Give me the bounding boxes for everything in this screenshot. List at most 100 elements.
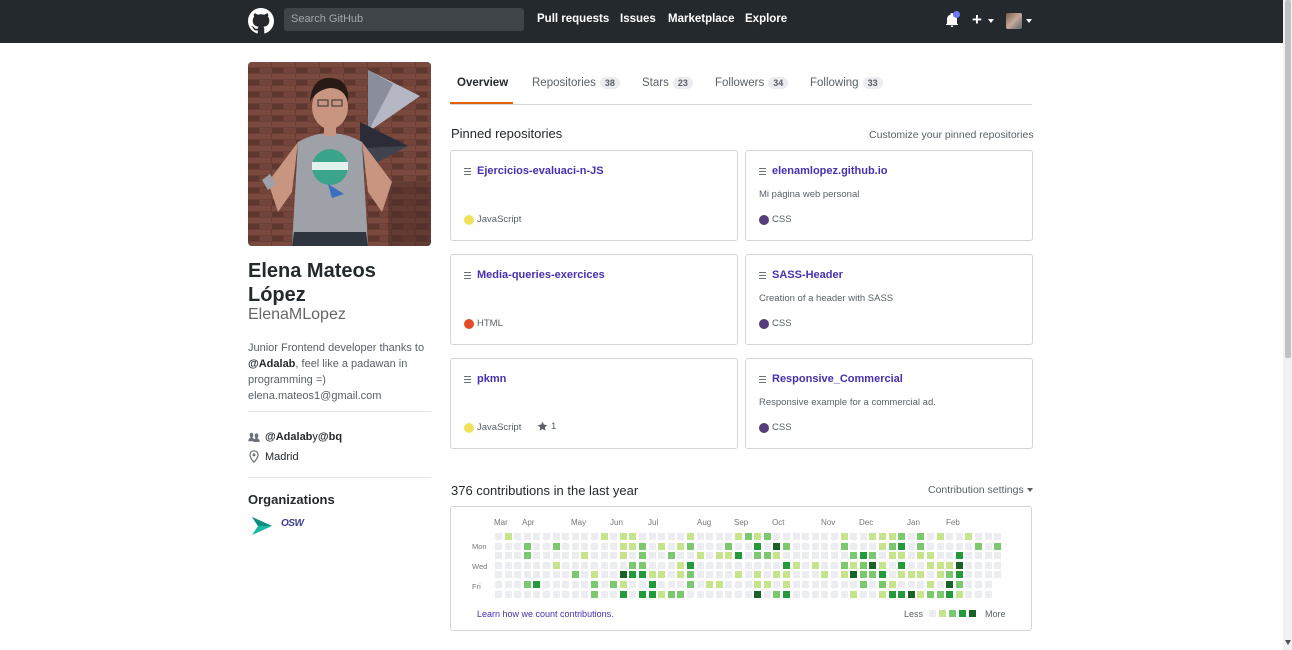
contribution-day[interactable]	[859, 561, 867, 569]
contribution-day[interactable]	[735, 542, 742, 550]
contribution-day[interactable]	[811, 561, 819, 569]
contribution-day[interactable]	[504, 533, 512, 540]
user-avatar-small[interactable]	[1006, 13, 1022, 29]
contribution-day[interactable]	[859, 590, 867, 598]
contribution-day[interactable]	[879, 581, 886, 588]
contribution-day[interactable]	[600, 552, 608, 560]
contribution-day[interactable]	[648, 533, 656, 540]
contribution-day[interactable]	[840, 552, 848, 560]
contribution-day[interactable]	[696, 561, 704, 569]
github-logo-icon[interactable]	[248, 8, 274, 34]
contribution-day[interactable]	[955, 533, 963, 540]
contribution-day[interactable]	[927, 571, 934, 579]
contribution-day[interactable]	[965, 571, 973, 579]
contribution-day[interactable]	[543, 533, 550, 540]
contribution-day[interactable]	[821, 533, 829, 540]
contribution-day[interactable]	[696, 533, 704, 540]
contribution-day[interactable]	[888, 542, 896, 550]
contribution-day[interactable]	[792, 533, 800, 540]
contribution-day[interactable]	[648, 552, 656, 560]
contribution-day[interactable]	[495, 533, 502, 540]
contribution-day[interactable]	[744, 552, 752, 560]
contribution-day[interactable]	[543, 542, 550, 550]
contribution-day[interactable]	[850, 590, 858, 598]
contribution-day[interactable]	[821, 590, 829, 598]
contribution-day[interactable]	[533, 533, 541, 540]
contribution-day[interactable]	[984, 561, 992, 569]
nav-explore[interactable]: Explore	[745, 13, 787, 25]
contribution-day[interactable]	[792, 571, 800, 579]
contribution-day[interactable]	[888, 561, 896, 569]
contribution-day[interactable]	[811, 590, 819, 598]
contribution-day[interactable]	[821, 552, 829, 560]
contribution-day[interactable]	[946, 542, 954, 550]
contribution-day[interactable]	[744, 581, 752, 588]
contribution-day[interactable]	[888, 590, 896, 598]
contribution-day[interactable]	[504, 581, 512, 588]
contribution-day[interactable]	[648, 561, 656, 569]
contribution-day[interactable]	[571, 533, 579, 540]
contribution-day[interactable]	[754, 590, 762, 598]
contribution-day[interactable]	[869, 581, 877, 588]
contribution-day[interactable]	[629, 561, 637, 569]
contribution-day[interactable]	[533, 590, 541, 598]
contribution-day[interactable]	[783, 533, 790, 540]
contribution-day[interactable]	[581, 533, 589, 540]
contribution-day[interactable]	[792, 542, 800, 550]
contribution-day[interactable]	[955, 581, 963, 588]
contribution-day[interactable]	[754, 571, 762, 579]
contribution-day[interactable]	[927, 552, 934, 560]
contribution-day[interactable]	[552, 581, 560, 588]
contribution-day[interactable]	[495, 561, 502, 569]
contribution-day[interactable]	[946, 571, 954, 579]
contribution-day[interactable]	[658, 561, 666, 569]
contribution-day[interactable]	[821, 542, 829, 550]
contribution-day[interactable]	[754, 542, 762, 550]
contribution-day[interactable]	[840, 542, 848, 550]
contribution-day[interactable]	[677, 571, 685, 579]
contribution-day[interactable]	[821, 571, 829, 579]
contribution-day[interactable]	[879, 571, 886, 579]
contribution-day[interactable]	[495, 542, 502, 550]
contribution-day[interactable]	[629, 542, 637, 550]
repo-name-link[interactable]: SASS-Header	[772, 269, 843, 281]
contribution-day[interactable]	[581, 542, 589, 550]
contribution-day[interactable]	[658, 533, 666, 540]
contribution-day[interactable]	[523, 552, 531, 560]
contribution-day[interactable]	[811, 552, 819, 560]
contribution-day[interactable]	[600, 533, 608, 540]
contribution-day[interactable]	[629, 581, 637, 588]
contribution-day[interactable]	[533, 552, 541, 560]
contribution-day[interactable]	[543, 581, 550, 588]
nav-issues[interactable]: Issues	[620, 13, 656, 25]
contribution-day[interactable]	[917, 552, 925, 560]
contribution-day[interactable]	[610, 581, 618, 588]
contribution-day[interactable]	[840, 581, 848, 588]
scroll-down-arrow-icon[interactable]	[1285, 640, 1291, 645]
contribution-day[interactable]	[744, 561, 752, 569]
contribution-day[interactable]	[783, 590, 790, 598]
contribution-day[interactable]	[773, 552, 781, 560]
contribution-day[interactable]	[917, 581, 925, 588]
repo-name-link[interactable]: Media-queries-exercices	[477, 269, 605, 281]
contribution-day[interactable]	[946, 533, 954, 540]
contribution-day[interactable]	[811, 581, 819, 588]
contribution-day[interactable]	[687, 552, 694, 560]
contribution-day[interactable]	[706, 552, 714, 560]
contribution-day[interactable]	[533, 571, 541, 579]
contribution-day[interactable]	[802, 590, 810, 598]
contribution-day[interactable]	[907, 571, 915, 579]
contribution-day[interactable]	[869, 561, 877, 569]
contribution-day[interactable]	[994, 552, 1002, 560]
contribution-day[interactable]	[543, 571, 550, 579]
contribution-day[interactable]	[619, 590, 627, 598]
contribution-day[interactable]	[514, 542, 522, 550]
contribution-day[interactable]	[735, 590, 742, 598]
contribution-day[interactable]	[687, 581, 694, 588]
contribution-day[interactable]	[677, 552, 685, 560]
contribution-day[interactable]	[859, 542, 867, 550]
contribution-day[interactable]	[715, 561, 723, 569]
contribution-day[interactable]	[936, 571, 944, 579]
contribution-day[interactable]	[495, 571, 502, 579]
contribution-day[interactable]	[667, 552, 675, 560]
